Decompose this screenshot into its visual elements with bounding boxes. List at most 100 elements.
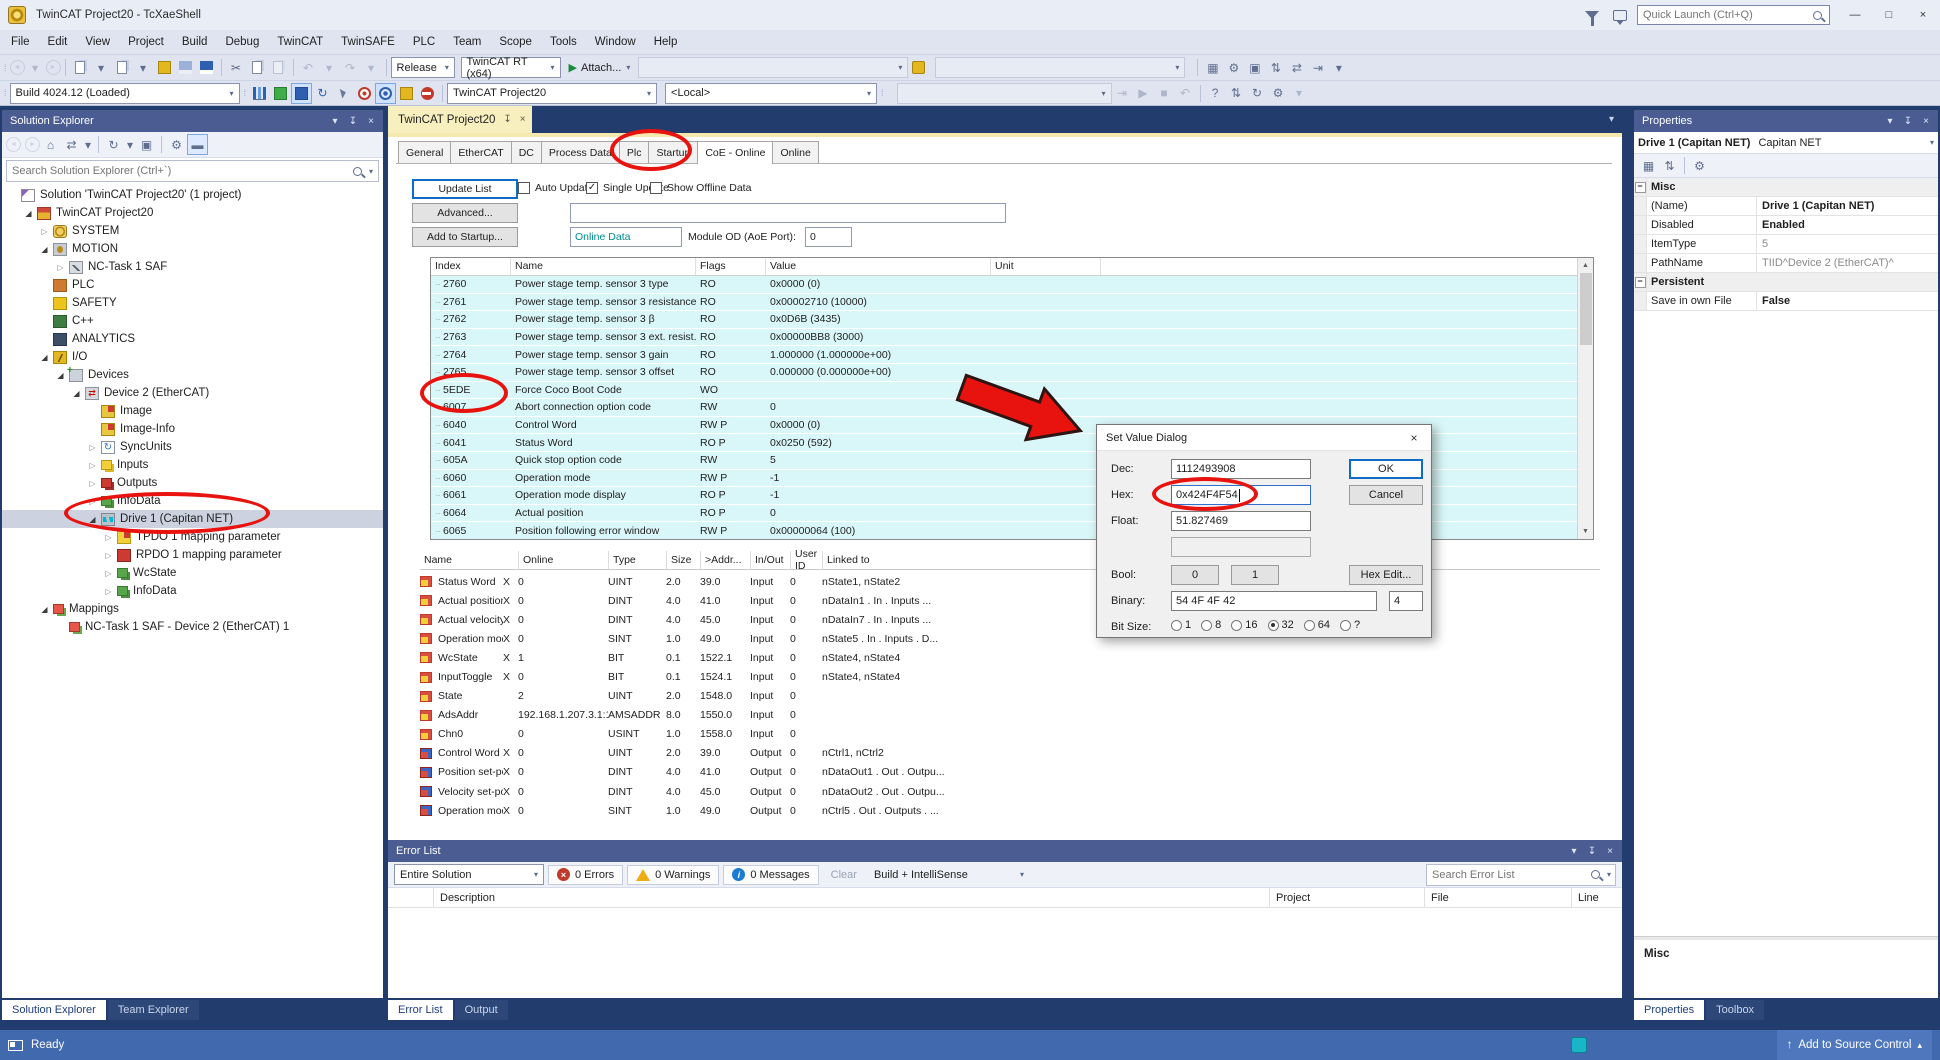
se-pending-icon[interactable]: ↻ [103, 134, 124, 155]
tree-item[interactable]: WcState [2, 564, 383, 582]
tree-expander-icon[interactable] [54, 371, 67, 380]
menu-item[interactable]: Build [173, 32, 217, 52]
solution-platform-combo[interactable]: TwinCAT RT (x64)▾ [461, 57, 561, 78]
bool-1-button[interactable]: 1 [1231, 565, 1279, 585]
tree-item[interactable]: TwinCAT Project20 [2, 204, 383, 222]
advanced-button[interactable]: Advanced... [412, 203, 518, 223]
coe-row[interactable]: 6007 Abort connection option code RW 0 [431, 399, 1578, 417]
coe-row[interactable]: 5EDE Force Coco Boot Code WO [431, 382, 1578, 400]
panel-close-icon[interactable]: × [362, 112, 380, 130]
float-field[interactable]: 51.827469 [1171, 511, 1311, 531]
cancel-button[interactable]: Cancel [1349, 485, 1423, 505]
menu-item[interactable]: PLC [404, 32, 444, 52]
grid-icon[interactable]: ▦ [1202, 57, 1223, 78]
warnings-toggle[interactable]: 0 Warnings [627, 865, 719, 885]
tree-item[interactable]: InfoData [2, 492, 383, 510]
var-row[interactable]: AdsAddr 192.168.1.207.3.1:1... AMSADDR 8… [420, 706, 1600, 725]
se-forward-icon[interactable]: ► [25, 137, 40, 152]
tree-item[interactable]: Image [2, 402, 383, 420]
bit-size-option[interactable]: 8 [1201, 619, 1221, 631]
checkbox-icon[interactable] [518, 182, 530, 194]
categorize-icon[interactable]: ▦ [1638, 155, 1659, 176]
feedback-icon[interactable] [1613, 10, 1627, 21]
undo-icon[interactable]: ↶ [298, 57, 319, 78]
question-icon[interactable]: ? [1205, 83, 1226, 104]
se-sync-icon[interactable]: ⇄ [61, 134, 82, 155]
error-list-header[interactable]: Error List ▾ ↧ × [388, 840, 1622, 862]
menu-item[interactable]: Project [119, 32, 173, 52]
tree-item[interactable]: Mappings [2, 600, 383, 618]
quick-launch-input[interactable] [1638, 9, 1809, 21]
menu-item[interactable]: TwinCAT [268, 32, 332, 52]
nav-forward-icon[interactable]: ► [46, 60, 61, 75]
build-filter-combo[interactable]: Build + IntelliSense▾ [869, 864, 1029, 885]
binary-length-field[interactable]: 4 [1389, 591, 1423, 611]
tree-expander-icon[interactable] [86, 443, 99, 452]
doc-list-dropdown[interactable]: ▾ [1609, 106, 1622, 133]
tree-item[interactable]: SAFETY [2, 294, 383, 312]
menu-item[interactable]: Tools [541, 32, 586, 52]
alphabetical-icon[interactable]: ⇅ [1659, 155, 1680, 176]
show-offline-data-checkbox[interactable]: Show Offline Data [650, 182, 751, 194]
var-row[interactable]: Position set-point X 0 DINT 4.0 41.0 Out… [420, 763, 1600, 782]
compare-icon[interactable]: ⇥ [1307, 57, 1328, 78]
wrench-icon[interactable]: ⚙ [1223, 57, 1244, 78]
menu-item[interactable]: TwinSAFE [332, 32, 404, 52]
tree-item[interactable]: I/O [2, 348, 383, 366]
se-properties-icon[interactable]: ⚙ [166, 134, 187, 155]
coe-row[interactable]: 2765 Power stage temp. sensor 3 offset R… [431, 364, 1578, 382]
hex-edit-button[interactable]: Hex Edit... [1349, 565, 1423, 585]
chart-icon[interactable] [249, 83, 270, 104]
device-tab[interactable]: General [398, 141, 451, 163]
coe-row[interactable]: 2763 Power stage temp. sensor 3 ext. res… [431, 329, 1578, 347]
tree-item[interactable]: NC-Task 1 SAF [2, 258, 383, 276]
property-row[interactable]: PathName TIID^Device 2 (EtherCAT)^ [1634, 254, 1938, 273]
property-row[interactable]: Save in own File False [1634, 292, 1938, 311]
error-list-columns[interactable]: Description Project File Line [388, 888, 1622, 908]
hex-field[interactable]: 0x424F4F54 [1171, 485, 1311, 505]
properties-header[interactable]: Properties ▾ ↧ × [1634, 110, 1938, 132]
panel-pin-icon[interactable]: ↧ [344, 112, 362, 130]
property-value[interactable]: False [1757, 292, 1938, 310]
panel-tab[interactable]: Solution Explorer [2, 1000, 106, 1020]
bit-size-option[interactable]: ? [1340, 619, 1360, 631]
team-icon[interactable]: ⇅ [1265, 57, 1286, 78]
config-mode-icon[interactable] [291, 83, 312, 104]
twincat-gold-icon[interactable] [908, 57, 929, 78]
messages-toggle[interactable]: i0 Messages [723, 865, 818, 885]
panel-dropdown-icon[interactable]: ▾ [326, 112, 344, 130]
menu-item[interactable]: Scope [490, 32, 541, 52]
radio-icon[interactable] [1171, 620, 1182, 631]
settings-icon[interactable]: ⇄ [1286, 57, 1307, 78]
object-dropdown-icon[interactable]: ▾ [1930, 138, 1934, 147]
columns-icon[interactable]: ▣ [1244, 57, 1265, 78]
tree-expander-icon[interactable] [86, 515, 99, 524]
coe-row[interactable]: 2760 Power stage temp. sensor 3 type RO … [431, 276, 1578, 294]
device-tab[interactable]: Plc [619, 141, 650, 163]
var-row[interactable]: InputToggle X 0 BIT 0.1 1524.1 Input 0 n… [420, 667, 1600, 686]
refresh-icon[interactable]: ↻ [312, 83, 333, 104]
tree-item[interactable]: ANALYTICS [2, 330, 383, 348]
tree-item[interactable]: SyncUnits [2, 438, 383, 456]
tree-item[interactable]: TPDO 1 mapping parameter [2, 528, 383, 546]
property-pages-icon[interactable]: ⚙ [1689, 155, 1710, 176]
active-project-combo[interactable]: TwinCAT Project20▾ [447, 83, 657, 104]
var-row[interactable]: WcState X 1 BIT 0.1 1522.1 Input 0 nStat… [420, 648, 1600, 667]
property-value[interactable]: TIID^Device 2 (EtherCAT)^ [1757, 254, 1938, 272]
document-tab[interactable]: TwinCAT Project20 ↧ × [388, 106, 532, 133]
coe-row[interactable]: 2764 Power stage temp. sensor 3 gain RO … [431, 346, 1578, 364]
bit-size-option[interactable]: 1 [1171, 619, 1191, 631]
panel-close-icon[interactable]: × [1601, 842, 1619, 860]
tree-expander-icon[interactable] [38, 245, 51, 254]
coe-scrollbar[interactable]: ▲ ▼ [1577, 258, 1593, 539]
scroll-up-icon[interactable]: ▲ [1582, 258, 1589, 273]
se-sync-dropdown[interactable]: ▾ [82, 134, 94, 155]
tab-close-icon[interactable]: × [520, 114, 526, 125]
solution-config-combo[interactable]: Release▾ [391, 57, 455, 78]
nav-back-dropdown[interactable]: ▾ [25, 57, 46, 78]
property-row[interactable]: Misc [1634, 178, 1938, 197]
error-search-box[interactable]: ▾ [1426, 864, 1616, 886]
module-od-input[interactable]: 0 [805, 227, 852, 247]
target-system-combo[interactable]: <Local>▾ [665, 83, 877, 104]
device-tab[interactable]: Online [772, 141, 818, 163]
